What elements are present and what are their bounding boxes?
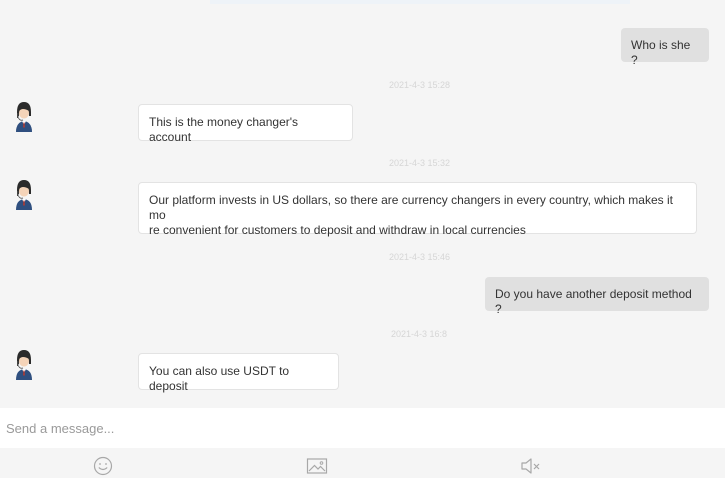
message-composer	[0, 408, 725, 448]
emoji-icon[interactable]	[92, 456, 114, 476]
customer-service-agent-avatar	[16, 102, 32, 132]
agent-message-bubble: You can also use USDT to deposit	[138, 353, 339, 393]
message-timestamp: 2021-4-3 15:46	[389, 252, 451, 262]
agent-message-bubble: This is the money changer's account	[138, 104, 353, 144]
customer-service-agent-avatar	[16, 180, 32, 210]
message-line: re convenient for customers to deposit a…	[149, 223, 526, 237]
message-timestamp: 2021-4-3 15:28	[389, 80, 451, 90]
speaker-mute-icon[interactable]	[520, 456, 542, 476]
user-message-bubble: Do you have another deposit method ?	[485, 277, 709, 316]
message-input[interactable]	[0, 408, 725, 448]
user-message-bubble: Who is she ?	[621, 28, 709, 67]
chat-thread[interactable]: Who is she ? 2021-4-3 15:28 This is the …	[0, 0, 725, 408]
message-line: Our platform invests in US dollars, so t…	[149, 193, 673, 222]
image-icon[interactable]	[306, 456, 328, 476]
message-timestamp: 2021-4-3 15:32	[389, 158, 451, 168]
message-timestamp: 2021-4-3 16:8	[391, 329, 448, 339]
agent-message-bubble: Our platform invests in US dollars, so t…	[138, 182, 697, 237]
customer-service-agent-avatar	[16, 350, 32, 380]
composer-toolbar	[0, 448, 725, 478]
